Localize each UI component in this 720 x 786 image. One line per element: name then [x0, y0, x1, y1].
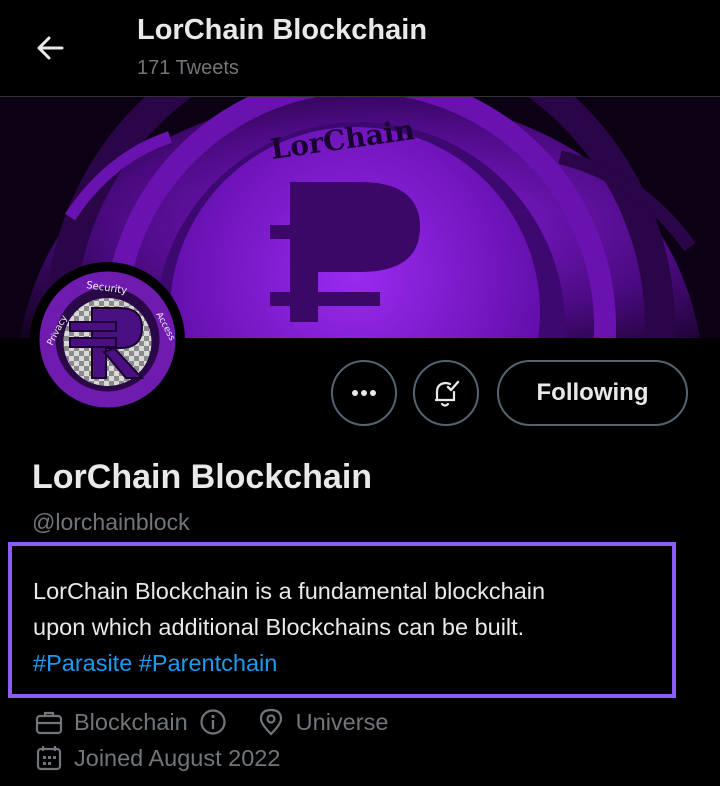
bell-check-icon — [434, 380, 460, 407]
info-icon[interactable] — [198, 707, 228, 737]
profile-location: Universe — [295, 708, 389, 735]
hashtag-link[interactable]: #Parasite — [33, 650, 132, 676]
tweet-count: 171 Tweets — [137, 57, 239, 79]
profile-meta-row: Joined August 2022 — [34, 743, 280, 773]
bio-line: LorChain Blockchain is a fundamental blo… — [33, 578, 546, 604]
briefcase-icon — [35, 711, 63, 735]
location-pin-icon — [259, 708, 282, 736]
back-button[interactable] — [28, 26, 72, 70]
hashtag-link[interactable]: #Parentchain — [139, 650, 278, 676]
top-bar: LorChain Blockchain 171 Tweets — [0, 0, 720, 96]
profile-category[interactable]: Blockchain — [74, 709, 188, 736]
profile-handle: @lorchainblock — [32, 509, 190, 535]
following-button[interactable]: Following — [497, 360, 688, 426]
profile-joined-date: Joined August 2022 — [74, 744, 281, 771]
profile-bio: LorChain Blockchain is a fundamental blo… — [33, 573, 673, 681]
bio-line: upon which additional Blockchains can be… — [33, 614, 525, 640]
more-options-button[interactable] — [331, 360, 397, 426]
arrow-left-icon — [37, 36, 64, 60]
profile-avatar[interactable]: Security Privacy Access — [30, 262, 185, 417]
notifications-button[interactable] — [413, 360, 479, 426]
bio-hashtags: #Parasite #Parentchain — [33, 645, 673, 681]
more-horizontal-icon — [352, 390, 376, 396]
header-title: LorChain Blockchain — [137, 14, 428, 46]
lorchain-logo: Security Privacy Access — [34, 266, 181, 413]
calendar-icon — [36, 746, 62, 771]
profile-meta-row: Blockchain Universe — [34, 707, 388, 737]
profile-name: LorChain Blockchain — [32, 458, 373, 496]
